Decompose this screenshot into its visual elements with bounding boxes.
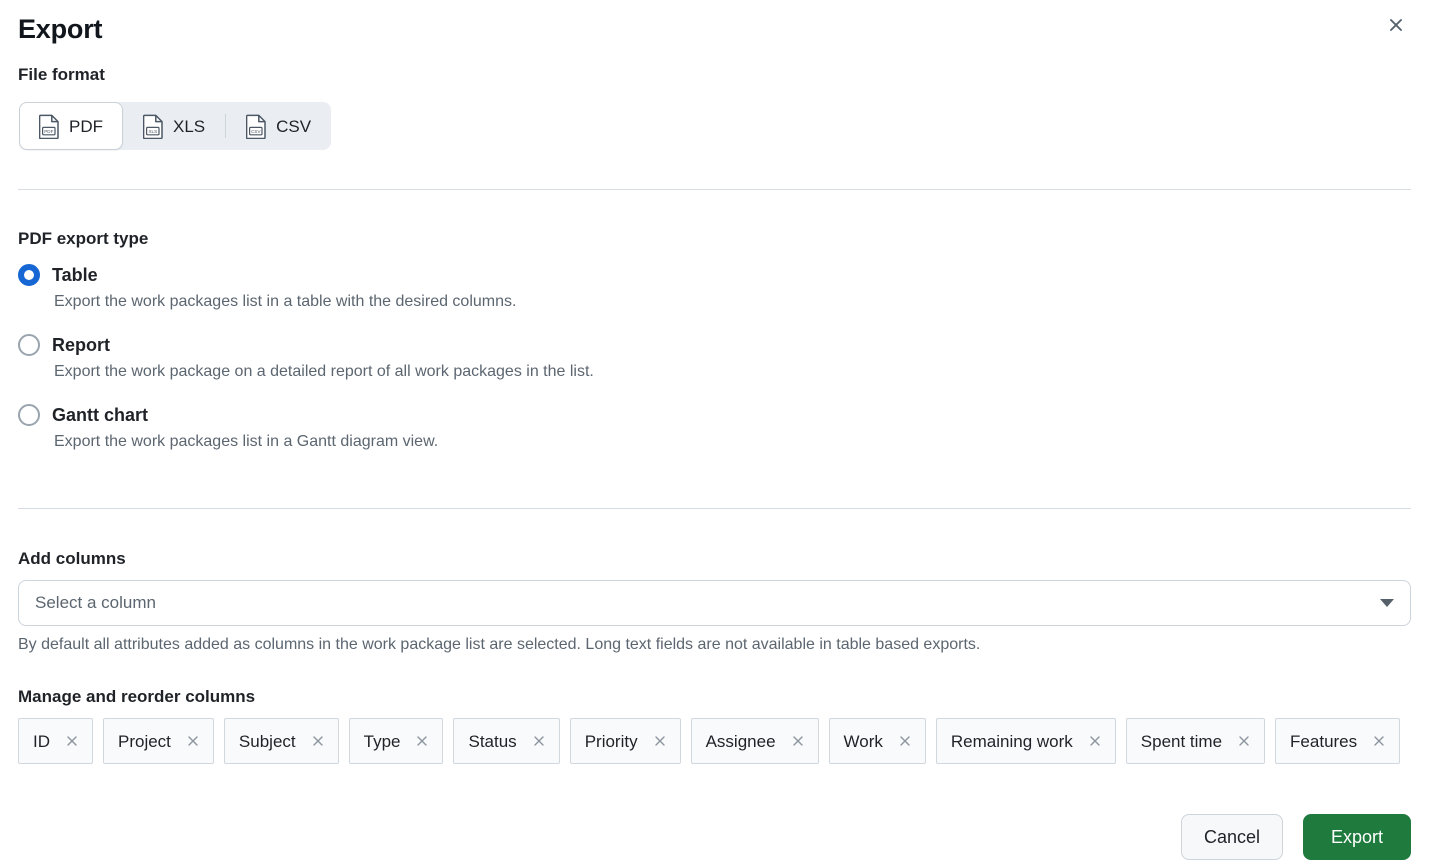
close-icon[interactable] bbox=[1371, 733, 1387, 749]
column-chip-label: Work bbox=[843, 731, 883, 751]
divider bbox=[18, 189, 1411, 190]
column-chip[interactable]: Work bbox=[828, 718, 926, 764]
svg-text:CSV: CSV bbox=[251, 128, 261, 133]
column-chip-label: Spent time bbox=[1140, 731, 1223, 751]
dialog-footer: Cancel Export bbox=[1180, 814, 1411, 860]
radio-option-table-label: Table bbox=[52, 265, 98, 285]
cancel-button[interactable]: Cancel bbox=[1180, 814, 1283, 860]
column-chip-label: Type bbox=[363, 731, 401, 751]
pdf-export-type-radio-group: Table Export the work packages list in a… bbox=[18, 264, 1018, 452]
column-chip-label: Features bbox=[1290, 731, 1358, 751]
export-button[interactable]: Export bbox=[1303, 814, 1411, 860]
close-icon[interactable] bbox=[414, 733, 430, 749]
close-button[interactable] bbox=[1379, 8, 1413, 42]
radio-option-gantt-chart[interactable]: Gantt chart bbox=[18, 404, 1018, 426]
radio-block-report: Report Export the work package on a deta… bbox=[18, 334, 1018, 382]
xls-file-icon: XLS bbox=[143, 114, 164, 139]
radio-indicator-report[interactable] bbox=[18, 334, 40, 356]
column-chip[interactable]: Assignee bbox=[690, 718, 819, 764]
divider bbox=[18, 508, 1411, 509]
file-format-label: File format bbox=[18, 65, 105, 84]
column-chip[interactable]: ID bbox=[18, 718, 93, 764]
svg-text:PDF: PDF bbox=[44, 128, 53, 133]
radio-block-table: Table Export the work packages list in a… bbox=[18, 264, 1018, 312]
add-columns-label: Add columns bbox=[18, 549, 126, 568]
column-chip-label: Project bbox=[118, 731, 171, 751]
file-format-option-csv[interactable]: CSV CSV bbox=[226, 102, 331, 150]
column-chip-label: Subject bbox=[238, 731, 296, 751]
close-icon[interactable] bbox=[897, 733, 913, 749]
radio-indicator-table[interactable] bbox=[18, 264, 40, 286]
pdf-file-icon: PDF bbox=[39, 114, 60, 139]
column-chip[interactable]: Priority bbox=[569, 718, 681, 764]
radio-option-table[interactable]: Table bbox=[18, 264, 1018, 286]
radio-option-report-description: Export the work package on a detailed re… bbox=[54, 363, 594, 380]
close-icon[interactable] bbox=[1236, 733, 1252, 749]
manage-columns-chip-list: ID Project Subject Type Status Priority Assign… bbox=[18, 718, 1411, 764]
close-icon[interactable] bbox=[652, 733, 668, 749]
close-icon[interactable] bbox=[185, 733, 201, 749]
file-format-segmented-control: PDF PDF XLS XLS CSV CSV bbox=[19, 102, 332, 150]
page-title: Export bbox=[18, 14, 103, 44]
column-chip-label: Remaining work bbox=[950, 731, 1073, 751]
column-chip[interactable]: Features bbox=[1275, 718, 1401, 764]
close-icon[interactable] bbox=[310, 733, 326, 749]
pdf-export-type-label: PDF export type bbox=[18, 229, 149, 248]
file-format-option-pdf-label: PDF bbox=[69, 116, 103, 136]
radio-option-report-label: Report bbox=[52, 335, 110, 355]
column-chip-label: Assignee bbox=[705, 731, 776, 751]
radio-option-gantt-chart-label: Gantt chart bbox=[52, 405, 149, 425]
column-chip[interactable]: Remaining work bbox=[935, 718, 1116, 764]
export-dialog: Export File format PDF PDF XLS XLS CSV C… bbox=[0, 0, 1429, 868]
column-chip-label: ID bbox=[33, 731, 50, 751]
column-chip[interactable]: Type bbox=[348, 718, 444, 764]
file-format-option-xls[interactable]: XLS XLS bbox=[123, 102, 225, 150]
column-chip[interactable]: Status bbox=[453, 718, 560, 764]
file-format-option-xls-label: XLS bbox=[173, 116, 206, 136]
radio-option-gantt-chart-description: Export the work packages list in a Gantt… bbox=[54, 433, 439, 450]
column-chip[interactable]: Subject bbox=[223, 718, 339, 764]
radio-option-report[interactable]: Report bbox=[18, 334, 1018, 356]
column-chip-label: Status bbox=[468, 731, 517, 751]
radio-indicator-gantt-chart[interactable] bbox=[18, 404, 40, 426]
manage-columns-label: Manage and reorder columns bbox=[18, 687, 256, 706]
close-icon[interactable] bbox=[64, 733, 80, 749]
file-format-option-csv-label: CSV bbox=[276, 116, 312, 136]
add-columns-placeholder: Select a column bbox=[35, 593, 156, 612]
svg-text:XLS: XLS bbox=[148, 128, 157, 133]
close-icon bbox=[1387, 16, 1405, 34]
add-columns-hint: By default all attributes added as colum… bbox=[18, 636, 981, 653]
radio-option-table-description: Export the work packages list in a table… bbox=[54, 293, 517, 310]
column-chip[interactable]: Spent time bbox=[1125, 718, 1266, 764]
column-chip[interactable]: Project bbox=[103, 718, 214, 764]
csv-file-icon: CSV bbox=[246, 114, 267, 139]
add-columns-select[interactable]: Select a column bbox=[18, 580, 1411, 626]
radio-block-gantt: Gantt chart Export the work packages lis… bbox=[18, 404, 1018, 452]
chevron-down-icon bbox=[1380, 599, 1394, 607]
column-chip-label: Priority bbox=[584, 731, 638, 751]
close-icon[interactable] bbox=[531, 733, 547, 749]
file-format-option-pdf[interactable]: PDF PDF bbox=[19, 102, 123, 150]
close-icon[interactable] bbox=[790, 733, 806, 749]
close-icon[interactable] bbox=[1087, 733, 1103, 749]
